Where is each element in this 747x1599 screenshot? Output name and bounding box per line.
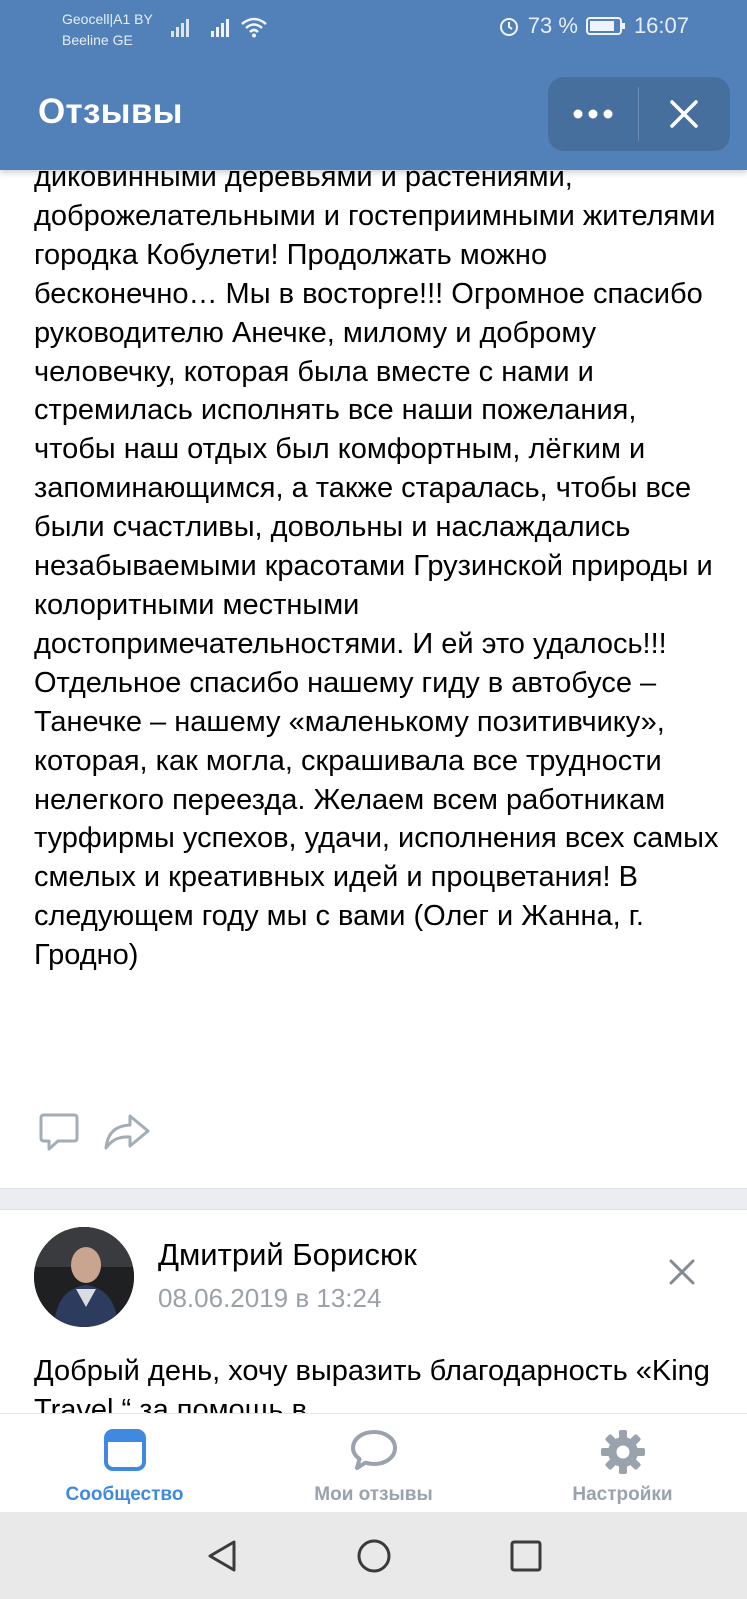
back-icon[interactable]	[206, 1539, 238, 1573]
header-controls	[548, 77, 730, 151]
community-icon	[103, 1429, 146, 1471]
post-text-2: Добрый день, хочу выразить благодарность…	[34, 1355, 710, 1413]
clock: 16:07	[633, 13, 689, 38]
gear-icon	[600, 1430, 645, 1474]
carrier-line-2: Beeline GE	[62, 32, 133, 48]
tab-label: Сообщество	[65, 1484, 184, 1505]
signal-icon-1	[171, 19, 189, 37]
battery-icon	[585, 17, 625, 35]
share-icon[interactable]	[102, 1112, 152, 1152]
post-date: 08.06.2019 в 13:24	[158, 1283, 382, 1313]
tab-settings[interactable]: Настройки	[498, 1414, 747, 1513]
tab-label: Мои отзывы	[314, 1484, 433, 1505]
tab-my-reviews[interactable]: Мои отзывы	[249, 1414, 498, 1513]
carrier-info: Geocell|A1 BY Beeline GE	[62, 9, 153, 51]
reviews-feed[interactable]: диковинными деревьями и растениями, добр…	[0, 170, 747, 1413]
signal-icon-2	[211, 19, 229, 37]
hide-post-icon[interactable]	[668, 1258, 696, 1286]
status-bar: Geocell|A1 BY Beeline GE 73 % 16:07	[0, 0, 747, 56]
post-separator	[0, 1188, 747, 1210]
wifi-icon	[241, 17, 267, 38]
system-nav-bar	[0, 1512, 747, 1599]
more-icon	[573, 109, 613, 119]
comment-icon[interactable]	[38, 1112, 80, 1152]
tab-community[interactable]: Сообщество	[0, 1414, 249, 1513]
bottom-tab-bar: Сообщество Мои отзывы Настройки	[0, 1413, 747, 1513]
close-button[interactable]	[639, 77, 729, 151]
tab-label: Настройки	[572, 1484, 673, 1505]
app-header: Geocell|A1 BY Beeline GE 73 % 16:07 Отзы…	[0, 0, 747, 170]
chat-bubble-icon	[350, 1430, 397, 1470]
home-icon[interactable]	[356, 1538, 392, 1574]
avatar-photo	[34, 1227, 134, 1327]
avatar[interactable]	[34, 1227, 134, 1327]
more-button[interactable]	[548, 77, 638, 151]
author-name[interactable]: Дмитрий Борисюк	[158, 1237, 417, 1273]
page-title: Отзывы	[38, 92, 183, 131]
battery-percent: 73 %	[527, 13, 578, 38]
carrier-line-1: Geocell|A1 BY	[62, 11, 153, 27]
alarm-icon	[499, 18, 518, 36]
status-right: 73 % 16:07	[498, 13, 689, 39]
close-icon	[670, 100, 698, 128]
post-text: диковинными деревьями и растениями, добр…	[34, 170, 719, 972]
recents-icon[interactable]	[510, 1540, 542, 1572]
post-actions	[38, 1112, 152, 1152]
